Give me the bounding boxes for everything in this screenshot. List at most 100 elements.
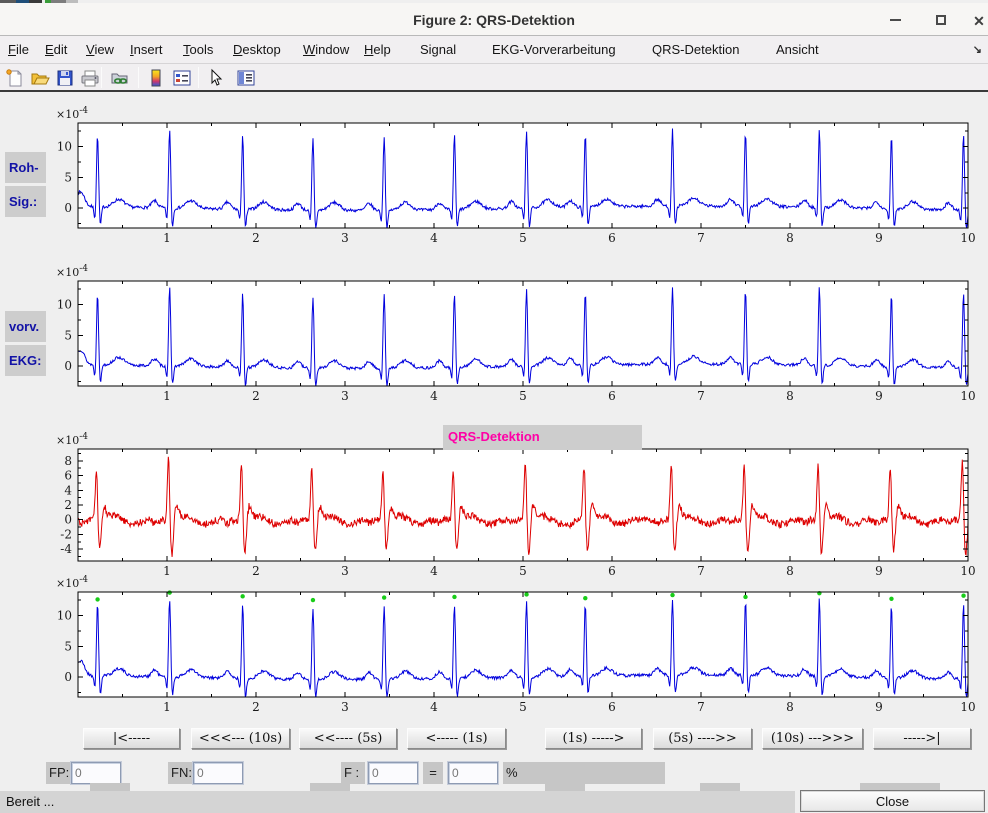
nav-back-5s-button[interactable]: <<---- (5s) bbox=[299, 728, 397, 749]
title-bar[interactable]: Figure 2: QRS-Detektion ✕ bbox=[0, 3, 988, 36]
window-title: Figure 2: QRS-Detektion bbox=[0, 12, 988, 28]
nav-jump-end-button[interactable]: ----->| bbox=[873, 728, 971, 749]
nav-forward-5s-button[interactable]: (5s) ---->> bbox=[653, 728, 752, 749]
svg-text:4: 4 bbox=[430, 389, 438, 403]
nav-forward-1s-button[interactable]: (1s) -----> bbox=[545, 728, 642, 749]
svg-text:10: 10 bbox=[960, 700, 975, 714]
svg-text:8: 8 bbox=[786, 700, 794, 714]
menu-qrs-detektion[interactable]: QRS-Detektion bbox=[652, 42, 739, 57]
f-input[interactable] bbox=[368, 762, 418, 784]
svg-text:6: 6 bbox=[608, 700, 616, 714]
svg-text:5: 5 bbox=[64, 328, 72, 342]
percent-label: % bbox=[503, 762, 665, 784]
svg-text:1: 1 bbox=[163, 389, 171, 403]
svg-text:3: 3 bbox=[341, 564, 349, 578]
menu-overflow-arrow[interactable]: ↘ bbox=[973, 43, 982, 56]
svg-text:2: 2 bbox=[252, 231, 260, 245]
menu-view[interactable]: View bbox=[86, 42, 114, 57]
fn-input[interactable] bbox=[193, 762, 243, 784]
ecg-plots: 123456789100510×10-4123456789100510×10-4… bbox=[0, 100, 988, 722]
menu-insert[interactable]: Insert bbox=[130, 42, 163, 57]
svg-text:4: 4 bbox=[64, 483, 72, 497]
r-peak-marker bbox=[167, 590, 171, 594]
menu-edit[interactable]: Edit bbox=[45, 42, 67, 57]
svg-text:1: 1 bbox=[163, 231, 171, 245]
svg-text:8: 8 bbox=[64, 454, 72, 468]
equals-label: = bbox=[423, 762, 443, 784]
nav-back-1s-button[interactable]: <----- (1s) bbox=[407, 728, 506, 749]
property-editor-icon[interactable] bbox=[235, 67, 257, 89]
f-percent-input[interactable] bbox=[448, 762, 498, 784]
fn-label: FN: bbox=[168, 762, 193, 784]
menu-signal[interactable]: Signal bbox=[420, 42, 456, 57]
svg-text:6: 6 bbox=[608, 231, 616, 245]
svg-text:3: 3 bbox=[341, 389, 349, 403]
menu-desktop[interactable]: Desktop bbox=[233, 42, 281, 57]
svg-text:-4: -4 bbox=[60, 542, 72, 556]
svg-text:6: 6 bbox=[608, 564, 616, 578]
menu-ekg-vorverarbeitung[interactable]: EKG-Vorverarbeitung bbox=[492, 42, 616, 57]
svg-text:2: 2 bbox=[252, 700, 260, 714]
label-vorv: vorv. bbox=[5, 311, 46, 342]
nav-forward-10s-button[interactable]: (10s) --->>> bbox=[762, 728, 863, 749]
r-peak-marker bbox=[743, 595, 747, 599]
label-roh: Roh- bbox=[5, 152, 46, 183]
menu-ansicht[interactable]: Ansicht bbox=[776, 42, 819, 57]
svg-text:9: 9 bbox=[875, 564, 883, 578]
new-figure-icon[interactable] bbox=[4, 67, 26, 89]
menu-help[interactable]: Help bbox=[364, 42, 391, 57]
svg-text:7: 7 bbox=[697, 564, 705, 578]
nav-jump-start-button[interactable]: |<----- bbox=[83, 728, 180, 749]
edit-plot-icon[interactable] bbox=[205, 67, 227, 89]
print-figure-icon[interactable] bbox=[79, 67, 101, 89]
svg-text:×10-4: ×10-4 bbox=[56, 432, 88, 447]
r-peak-marker bbox=[670, 593, 674, 597]
svg-text:8: 8 bbox=[786, 389, 794, 403]
svg-text:10: 10 bbox=[57, 608, 72, 622]
r-peak-marker bbox=[311, 598, 315, 602]
menu-file[interactable]: File bbox=[8, 42, 29, 57]
save-figure-icon[interactable] bbox=[54, 67, 76, 89]
figure-canvas: 123456789100510×10-4123456789100510×10-4… bbox=[0, 93, 988, 727]
status-bar: Bereit ... bbox=[0, 791, 795, 813]
menu-tools[interactable]: Tools bbox=[183, 42, 213, 57]
svg-text:5: 5 bbox=[519, 389, 527, 403]
close-window-button[interactable]: ✕ bbox=[968, 11, 988, 31]
nav-back-10s-button[interactable]: <<<--- (10s) bbox=[191, 728, 290, 749]
insert-legend-icon[interactable] bbox=[171, 67, 193, 89]
r-peak-marker bbox=[95, 597, 99, 601]
svg-text:5: 5 bbox=[519, 231, 527, 245]
svg-text:-2: -2 bbox=[60, 527, 72, 541]
svg-text:7: 7 bbox=[697, 231, 705, 245]
svg-text:1: 1 bbox=[163, 700, 171, 714]
svg-text:10: 10 bbox=[960, 389, 975, 403]
open-file-icon[interactable] bbox=[29, 67, 51, 89]
insert-colorbar-icon[interactable] bbox=[145, 67, 167, 89]
svg-text:0: 0 bbox=[64, 201, 72, 215]
r-peak-marker bbox=[382, 595, 386, 599]
svg-text:6: 6 bbox=[64, 469, 72, 483]
subplot-vorv_ekg: 123456789100510×10-4 bbox=[56, 264, 976, 403]
svg-text:2: 2 bbox=[252, 564, 260, 578]
toolbar-separator bbox=[101, 67, 102, 88]
svg-text:5: 5 bbox=[519, 700, 527, 714]
svg-text:10: 10 bbox=[57, 139, 72, 153]
menu-window[interactable]: Window bbox=[303, 42, 349, 57]
link-plot-icon[interactable] bbox=[109, 67, 131, 89]
svg-text:7: 7 bbox=[697, 700, 705, 714]
minimize-button[interactable] bbox=[884, 11, 906, 31]
svg-text:0: 0 bbox=[64, 513, 72, 527]
svg-text:7: 7 bbox=[697, 389, 705, 403]
svg-text:0: 0 bbox=[64, 359, 72, 373]
svg-text:10: 10 bbox=[57, 297, 72, 311]
r-peak-marker bbox=[889, 597, 893, 601]
r-peak-marker bbox=[240, 594, 244, 598]
close-button[interactable]: Close bbox=[800, 790, 985, 812]
svg-text:5: 5 bbox=[519, 564, 527, 578]
svg-text:4: 4 bbox=[430, 564, 438, 578]
svg-text:×10-4: ×10-4 bbox=[56, 264, 88, 279]
svg-text:1: 1 bbox=[163, 564, 171, 578]
svg-text:6: 6 bbox=[608, 389, 616, 403]
fp-input[interactable] bbox=[71, 762, 121, 784]
maximize-button[interactable] bbox=[930, 11, 952, 31]
